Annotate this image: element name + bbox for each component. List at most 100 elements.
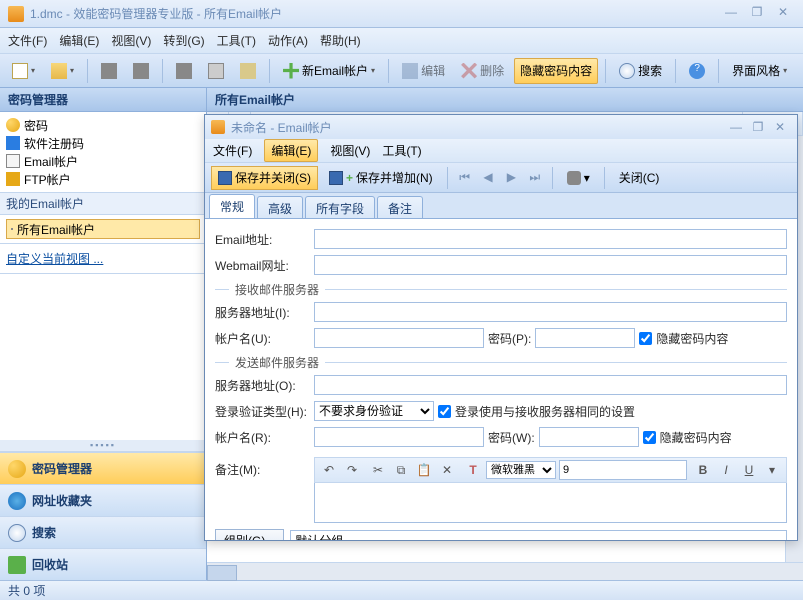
webmail-input[interactable] [314, 255, 787, 275]
notes-textarea[interactable] [314, 483, 787, 523]
nav-search[interactable]: 搜索 [0, 516, 206, 548]
nav-first[interactable]: ⏮ [455, 168, 475, 188]
new-button[interactable]: ▾ [6, 58, 41, 84]
bold-button[interactable]: B [693, 460, 713, 480]
nav-password-manager[interactable]: 密码管理器 [0, 452, 206, 484]
maximize-button[interactable]: ❐ [745, 5, 769, 23]
dialog-close-button[interactable]: 关闭(C) [612, 166, 667, 190]
dialog-minimize[interactable]: — [725, 120, 747, 134]
recv-hide-pwd-checkbox[interactable] [639, 332, 652, 345]
undo-button[interactable]: ↶ [319, 460, 339, 480]
nav-last[interactable]: ⏭ [525, 168, 545, 188]
help-button[interactable]: ? [683, 58, 711, 84]
rt-paste[interactable]: 📋 [414, 460, 434, 480]
recv-pwd-input[interactable] [535, 328, 635, 348]
send-pwd-input[interactable] [539, 427, 639, 447]
nav-favorites[interactable]: 网址收藏夹 [0, 484, 206, 516]
font-select[interactable]: 微软雅黑 [486, 461, 556, 479]
new-email-button[interactable]: 新Email帐户▾ [277, 58, 381, 84]
same-recv-label: 登录使用与接收服务器相同的设置 [455, 403, 635, 420]
rt-delete[interactable]: ✕ [437, 460, 457, 480]
group-button[interactable]: 组别(G)... [215, 529, 284, 540]
menu-tools[interactable]: 工具(T) [217, 32, 256, 49]
toolbar: ▾ ▾ 新Email帐户▾ 编辑 删除 隐藏密码内容 搜索 ? 界面风格▾ [0, 54, 803, 88]
menu-view[interactable]: 视图(V) [111, 32, 151, 49]
send-user-input[interactable] [314, 427, 484, 447]
search-button[interactable]: 搜索 [613, 58, 668, 84]
tree-node-ftp[interactable]: FTP帐户 [6, 170, 200, 188]
edit-button[interactable]: 编辑 [396, 58, 451, 84]
app-icon [8, 6, 24, 22]
print-preview-button[interactable] [127, 58, 155, 84]
more-button[interactable]: ▾ [762, 460, 782, 480]
tree-node-software[interactable]: 软件注册码 [6, 134, 200, 152]
auth-type-select[interactable]: 不要求身份验证 [314, 401, 434, 421]
close-button[interactable]: ✕ [771, 5, 795, 23]
print-button[interactable] [95, 58, 123, 84]
redo-button[interactable]: ↷ [342, 460, 362, 480]
nav-next[interactable]: ▶ [501, 167, 521, 187]
dialog-maximize[interactable]: ❐ [747, 120, 769, 134]
menu-help[interactable]: 帮助(H) [320, 32, 361, 49]
menu-file[interactable]: 文件(F) [8, 32, 47, 49]
dlg-menu-tools[interactable]: 工具(T) [382, 142, 421, 159]
save-icon [329, 171, 343, 185]
minimize-button[interactable]: — [719, 5, 743, 23]
same-recv-checkbox[interactable] [438, 405, 451, 418]
hide-password-button[interactable]: 隐藏密码内容 [514, 58, 598, 84]
recv-user-input[interactable] [314, 328, 484, 348]
dlg-menu-file[interactable]: 文件(F) [213, 142, 252, 159]
all-email-item[interactable]: 所有Email帐户 [6, 219, 200, 239]
menu-action[interactable]: 动作(A) [268, 32, 308, 49]
paste-button[interactable] [234, 58, 262, 84]
titlebar: 1.dmc - 效能密码管理器专业版 - 所有Email帐户 — ❐ ✕ [0, 0, 803, 28]
nav-recycle[interactable]: 回收站 [0, 548, 206, 580]
horizontal-scrollbar[interactable] [207, 562, 803, 580]
dlg-menu-view[interactable]: 视图(V) [330, 142, 370, 159]
delete-button[interactable]: 删除 [455, 58, 510, 84]
font-size-input[interactable] [559, 460, 687, 480]
tree-node-password[interactable]: 密码 [6, 116, 200, 134]
tab-general[interactable]: 常规 [209, 194, 255, 218]
customize-view-link[interactable]: 自定义当前视图 ... [0, 244, 206, 274]
splitter[interactable]: ▪▪▪▪▪ [0, 440, 206, 452]
dlg-menu-edit[interactable]: 编辑(E) [264, 139, 318, 162]
tab-all-fields[interactable]: 所有字段 [305, 196, 375, 218]
rt-copy[interactable]: ⧉ [391, 460, 411, 480]
recv-hide-pwd-label: 隐藏密码内容 [656, 330, 728, 347]
tree: 密码 软件注册码 Email帐户 FTP帐户 [0, 112, 206, 193]
email-address-input[interactable] [314, 229, 787, 249]
send-server-input[interactable] [314, 375, 787, 395]
save-add-button[interactable]: +保存并增加(N) [322, 166, 440, 190]
send-hide-pwd-checkbox[interactable] [643, 431, 656, 444]
send-section-label: 发送邮件服务器 [235, 354, 319, 371]
group-input[interactable] [290, 530, 787, 540]
recv-server-input[interactable] [314, 302, 787, 322]
tree-node-email[interactable]: Email帐户 [6, 152, 200, 170]
search-icon [8, 524, 26, 542]
open-button[interactable]: ▾ [45, 58, 80, 84]
dialog-body: Email地址: Webmail网址: 接收邮件服务器 服务器地址(I): 帐户… [205, 219, 797, 540]
copy-button[interactable] [202, 58, 230, 84]
italic-button[interactable]: I [716, 460, 736, 480]
tab-notes[interactable]: 备注 [377, 196, 423, 218]
underline-button[interactable]: U [739, 460, 759, 480]
menu-goto[interactable]: 转到(G) [163, 32, 204, 49]
save-close-button[interactable]: 保存并关闭(S) [211, 166, 318, 190]
my-email-header: 我的Email帐户 [0, 193, 206, 215]
cut-button[interactable] [170, 58, 198, 84]
attach-button[interactable]: ▾ [560, 166, 597, 190]
send-hide-pwd-label: 隐藏密码内容 [660, 429, 732, 446]
font-color-button[interactable]: T [463, 460, 483, 480]
tab-advanced[interactable]: 高级 [257, 196, 303, 218]
nav-prev[interactable]: ◀ [478, 167, 498, 187]
style-button[interactable]: 界面风格▾ [726, 58, 793, 84]
rt-cut[interactable]: ✂ [368, 460, 388, 480]
dialog-toolbar: 保存并关闭(S) +保存并增加(N) ⏮ ◀ ▶ ⏭ ▾ 关闭(C) [205, 163, 797, 193]
dialog-close[interactable]: ✕ [769, 120, 791, 134]
sidebar: 密码管理器 密码 软件注册码 Email帐户 FTP帐户 我的Email帐户 所… [0, 88, 207, 580]
menu-edit[interactable]: 编辑(E) [59, 32, 99, 49]
dialog-title: 未命名 - Email帐户 [231, 119, 332, 136]
save-icon [218, 171, 232, 185]
content-header: 所有Email帐户 [207, 88, 803, 112]
